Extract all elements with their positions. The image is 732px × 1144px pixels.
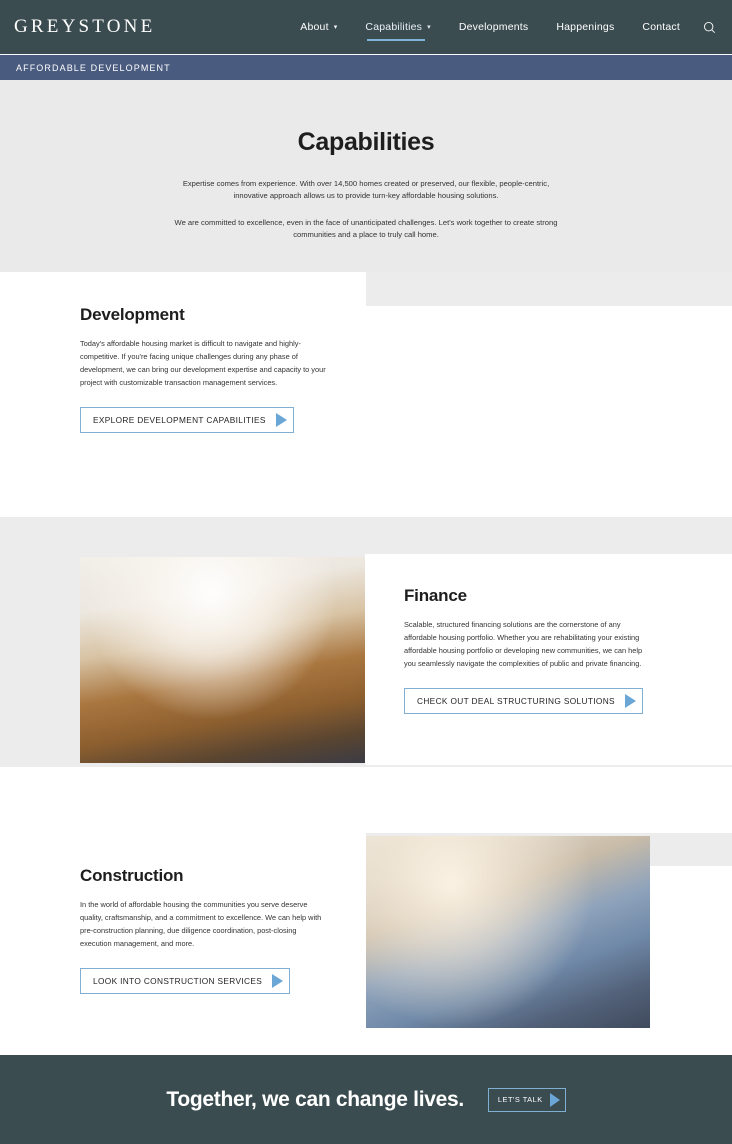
arrow-right-icon: [624, 693, 636, 708]
brand-logo[interactable]: GREYSTONE: [14, 16, 155, 38]
site-header: GREYSTONE About ▾ Capabilities ▾ Develop…: [0, 0, 732, 54]
nav-item-label: Developments: [458, 21, 529, 33]
nav-item-label: Happenings: [556, 21, 615, 33]
arrow-right-icon: [272, 973, 284, 988]
arrow-right-icon: [275, 412, 287, 427]
construction-body: In the world of affordable housing the c…: [80, 900, 322, 948]
nav-item-developments[interactable]: Developments: [445, 0, 543, 54]
search-icon[interactable]: [694, 0, 724, 54]
development-photo: [366, 276, 650, 484]
page-title: Capabilities: [297, 128, 435, 156]
hero-paragraph-1: Expertise comes from experience. With ov…: [182, 179, 550, 201]
chevron-down-icon: ▾: [333, 23, 338, 31]
finance-body: Scalable, structured financing solutions…: [404, 620, 643, 668]
nav-item-contact[interactable]: Contact: [628, 0, 694, 54]
nav-item-label: Capabilities: [365, 21, 423, 33]
arrow-right-icon: [549, 1092, 560, 1107]
finance-text-block: Finance Scalable, structured financing s…: [404, 586, 654, 714]
cta-inner: Together, we can change lives. LET'S TAL…: [166, 1087, 566, 1112]
cta-title: Together, we can change lives.: [166, 1087, 464, 1111]
page-context-bar: AFFORDABLE DEVELOPMENT: [0, 55, 732, 80]
main-navigation: About ▾ Capabilities ▾ Developments Happ…: [286, 0, 724, 54]
development-text-block: Development Today's affordable housing m…: [80, 305, 330, 433]
button-label: LOOK INTO CONSTRUCTION SERVICES: [93, 975, 263, 986]
nav-item-capabilities[interactable]: Capabilities ▾: [351, 0, 444, 54]
construction-title: Construction: [80, 866, 184, 885]
look-into-construction-services-button[interactable]: LOOK INTO CONSTRUCTION SERVICES: [80, 967, 291, 994]
finance-title: Finance: [404, 586, 467, 605]
nav-item-label: About: [300, 21, 329, 33]
development-title: Development: [80, 305, 185, 324]
finance-photo: [80, 557, 365, 763]
nav-item-happenings[interactable]: Happenings: [542, 0, 628, 54]
check-out-deal-structuring-solutions-button[interactable]: CHECK OUT DEAL STRUCTURING SOLUTIONS: [404, 687, 643, 714]
button-label: CHECK OUT DEAL STRUCTURING SOLUTIONS: [417, 695, 615, 706]
lets-talk-button[interactable]: LET'S TALK: [487, 1087, 566, 1112]
cta-section: Together, we can change lives. LET'S TAL…: [0, 1055, 732, 1144]
hero-paragraph-2: We are committed to excellence, even in …: [174, 217, 558, 239]
button-label: LET'S TALK: [497, 1095, 543, 1104]
development-body: Today's affordable housing market is dif…: [80, 339, 326, 387]
hero-section: Capabilities Expertise comes from experi…: [0, 80, 732, 272]
construction-photo: [366, 836, 650, 1028]
button-label: EXPLORE DEVELOPMENT CAPABILITIES: [93, 414, 266, 425]
explore-development-capabilities-button[interactable]: EXPLORE DEVELOPMENT CAPABILITIES: [80, 406, 294, 433]
nav-item-about[interactable]: About ▾: [286, 0, 351, 54]
page-root: GREYSTONE About ▾ Capabilities ▾ Develop…: [0, 0, 732, 1144]
chevron-down-icon: ▾: [427, 23, 431, 31]
construction-text-block: Construction In the world of affordable …: [80, 866, 330, 994]
nav-item-label: Contact: [642, 21, 680, 33]
page-context-label: AFFORDABLE DEVELOPMENT: [16, 62, 171, 73]
